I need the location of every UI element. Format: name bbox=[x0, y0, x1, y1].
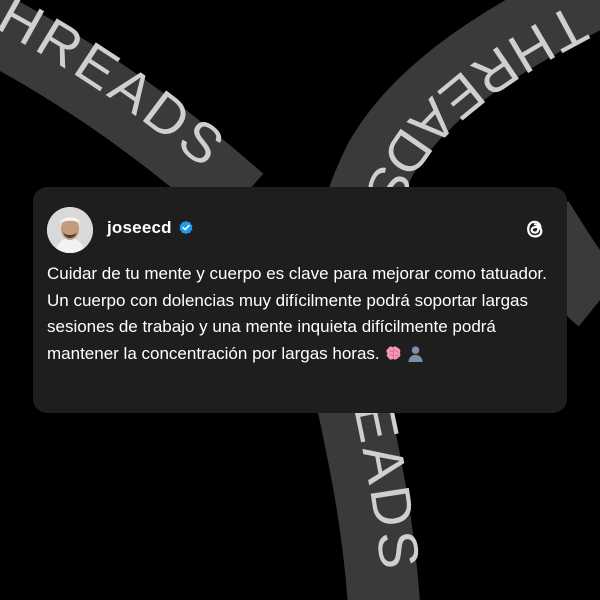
avatar[interactable] bbox=[47, 207, 93, 253]
post-card: joseecd Cuidar de tu mente y cuerpo es c… bbox=[33, 187, 567, 413]
avatar-portrait-icon bbox=[47, 207, 93, 253]
username[interactable]: joseecd bbox=[107, 218, 172, 238]
post-header: joseecd bbox=[107, 218, 194, 238]
verified-badge-icon bbox=[179, 220, 193, 235]
post-emojis bbox=[384, 344, 425, 363]
post-body: Cuidar de tu mente y cuerpo es clave par… bbox=[47, 261, 553, 367]
brain-icon bbox=[386, 345, 400, 360]
post-text: Cuidar de tu mente y cuerpo es clave par… bbox=[47, 264, 547, 363]
threads-logo-icon[interactable] bbox=[521, 215, 549, 243]
bust-in-silhouette-icon bbox=[408, 345, 423, 362]
